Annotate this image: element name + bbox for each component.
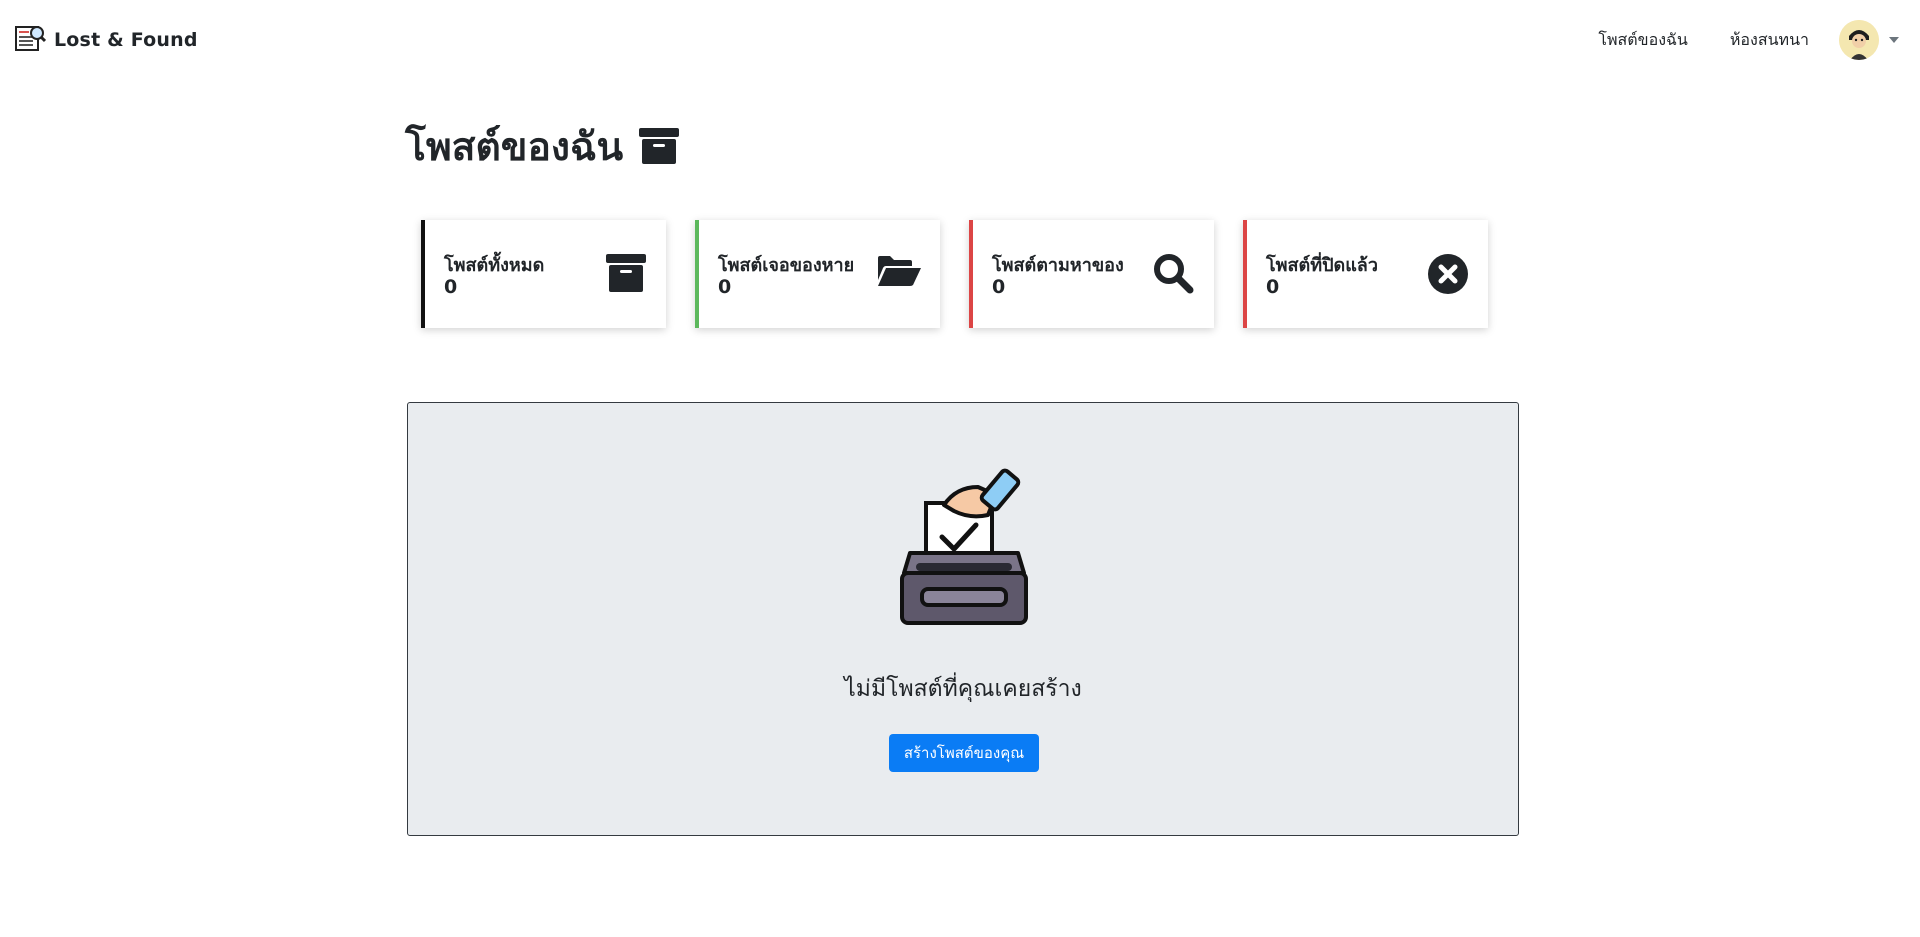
folder-open-icon: [876, 254, 922, 290]
chevron-down-icon[interactable]: [1889, 37, 1899, 43]
search-icon: [1152, 252, 1194, 298]
stat-label: โพสต์ที่ปิดแล้ว: [1266, 255, 1378, 276]
nav-links: โพสต์ของฉัน ห้องสนทนา: [1556, 20, 1899, 60]
stat-card-found[interactable]: โพสต์เจอของหาย 0: [695, 220, 940, 328]
create-post-button[interactable]: สร้างโพสต์ของคุณ: [889, 734, 1039, 772]
stat-value: 0: [718, 276, 732, 298]
stat-label: โพสต์ตามหาของ: [992, 255, 1124, 276]
nav-chat-room[interactable]: ห้องสนทนา: [1730, 28, 1809, 53]
stat-value: 0: [444, 276, 458, 298]
stat-value: 0: [992, 276, 1006, 298]
stat-label: โพสต์ทั้งหมด: [444, 255, 545, 276]
page-title-row: โพสต์ของฉัน: [405, 118, 680, 178]
archive-icon: [606, 254, 646, 296]
page-title: โพสต์ของฉัน: [405, 125, 624, 170]
archive-icon: [639, 128, 680, 168]
avatar[interactable]: [1839, 20, 1879, 60]
stat-card-searching[interactable]: โพสต์ตามหาของ 0: [969, 220, 1214, 328]
stat-value: 0: [1266, 276, 1280, 298]
nav-my-posts[interactable]: โพสต์ของฉัน: [1598, 28, 1688, 53]
empty-state-panel: ไม่มีโพสต์ที่คุณเคยสร้าง สร้างโพสต์ของคุ…: [407, 402, 1519, 836]
ballot-box-icon: [896, 465, 1032, 629]
stats-row: โพสต์ทั้งหมด 0 โพสต์เจอของหาย 0 โพสต์ตาม…: [421, 220, 1488, 328]
stat-label: โพสต์เจอของหาย: [718, 255, 855, 276]
navbar: Lost & Found โพสต์ของฉัน ห้องสนทนา: [0, 0, 1920, 78]
newspaper-search-icon: [15, 24, 47, 56]
brand-name: Lost & Found: [54, 29, 198, 51]
stat-card-closed[interactable]: โพสต์ที่ปิดแล้ว 0: [1243, 220, 1488, 328]
times-circle-icon: [1428, 254, 1468, 298]
stat-card-all[interactable]: โพสต์ทั้งหมด 0: [421, 220, 666, 328]
empty-message: ไม่มีโพสต์ที่คุณเคยสร้าง: [844, 676, 1082, 702]
brand[interactable]: Lost & Found: [15, 24, 198, 56]
